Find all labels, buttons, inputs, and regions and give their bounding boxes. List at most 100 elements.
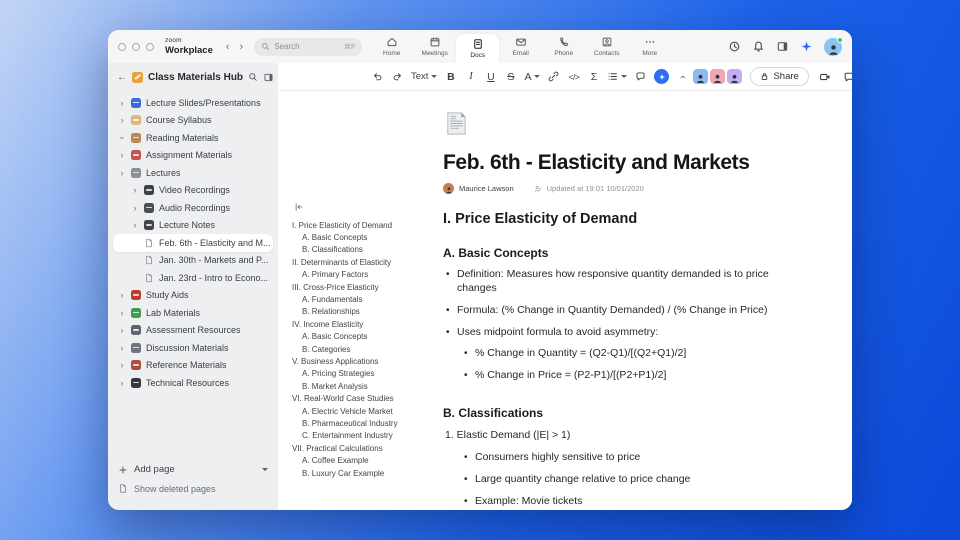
chevron-right-icon[interactable] bbox=[118, 168, 126, 178]
sidebar-item-reading-materials[interactable]: Reading Materials bbox=[113, 129, 273, 147]
chevron-right-icon[interactable] bbox=[118, 308, 126, 318]
maximize-window-button[interactable] bbox=[146, 42, 154, 51]
outline-item[interactable]: A. Fundamentals bbox=[292, 293, 442, 305]
sidebar-item-assessment-resources[interactable]: Assessment Resources bbox=[113, 322, 273, 340]
nav-forward-button[interactable]: › bbox=[240, 41, 244, 53]
chevron-right-icon[interactable] bbox=[131, 203, 139, 213]
chevron-right-icon[interactable] bbox=[118, 378, 126, 388]
page-item-feb-6th-elasticity-and-m[interactable]: Feb. 6th - Elasticity and M... bbox=[113, 234, 273, 252]
sidebar-item-lecture-slides-presentations[interactable]: Lecture Slides/Presentations bbox=[113, 94, 273, 112]
ai-companion-button[interactable] bbox=[654, 69, 670, 84]
history-button[interactable] bbox=[728, 40, 741, 53]
close-window-button[interactable] bbox=[118, 42, 126, 51]
bold-button[interactable]: B bbox=[441, 67, 460, 87]
video-camera-button[interactable] bbox=[817, 69, 833, 85]
outline-item[interactable]: I. Price Elasticity of Demand bbox=[292, 219, 442, 231]
tab-docs[interactable]: Docs bbox=[456, 34, 500, 63]
tab-home[interactable]: Home bbox=[370, 30, 413, 63]
share-button[interactable]: Share bbox=[750, 67, 809, 86]
list-format-button[interactable] bbox=[604, 67, 630, 87]
outline-item[interactable]: B. Market Analysis bbox=[292, 380, 442, 392]
underline-button[interactable]: U bbox=[481, 67, 500, 87]
nav-back-button[interactable]: ‹ bbox=[226, 41, 230, 53]
bullet-item[interactable]: % Change in Price = (P2-P1)/[(P2+P1)/2] bbox=[443, 369, 777, 383]
chevron-right-icon[interactable] bbox=[118, 115, 126, 125]
chevron-right-icon[interactable] bbox=[131, 220, 139, 230]
section-heading[interactable]: I. Price Elasticity of Demand bbox=[443, 211, 777, 227]
outline-item[interactable]: A. Primary Factors bbox=[292, 269, 442, 281]
outline-item[interactable]: B. Pharmaceutical Industry bbox=[292, 417, 442, 429]
global-search-input[interactable]: Search ⌘F bbox=[254, 37, 363, 56]
outline-item[interactable]: C. Entertainment Industry bbox=[292, 430, 442, 442]
sidebar-item-lecture-notes[interactable]: Lecture Notes bbox=[113, 217, 273, 235]
text-style-button[interactable]: Text bbox=[408, 67, 440, 87]
tab-contacts[interactable]: Contacts bbox=[585, 30, 628, 63]
sidebar-back-button[interactable]: ← bbox=[117, 72, 127, 83]
notifications-button[interactable] bbox=[752, 40, 765, 53]
sidebar-item-reference-materials[interactable]: Reference Materials bbox=[113, 357, 273, 375]
tab-email[interactable]: Email bbox=[499, 30, 542, 63]
tab-phone[interactable]: Phone bbox=[542, 30, 585, 63]
sidebar-item-audio-recordings[interactable]: Audio Recordings bbox=[113, 199, 273, 217]
chevron-right-icon[interactable] bbox=[118, 98, 126, 108]
comment-button[interactable] bbox=[631, 67, 650, 87]
outline-item[interactable]: B. Relationships bbox=[292, 306, 442, 318]
bullet-item[interactable]: Example: Movie tickets bbox=[443, 495, 777, 509]
chevron-down-icon[interactable] bbox=[118, 133, 126, 143]
chevron-right-icon[interactable] bbox=[118, 360, 126, 370]
outline-item[interactable]: A. Coffee Example bbox=[292, 454, 442, 466]
sidebar-item-lectures[interactable]: Lectures bbox=[113, 164, 273, 182]
outline-item[interactable]: A. Basic Concepts bbox=[292, 231, 442, 243]
outline-item[interactable]: IV. Income Elasticity bbox=[292, 318, 442, 330]
outline-item[interactable]: II. Determinants of Elasticity bbox=[292, 256, 442, 268]
undo-button[interactable] bbox=[368, 67, 387, 87]
chevron-right-icon[interactable] bbox=[118, 290, 126, 300]
side-panel-button[interactable] bbox=[776, 40, 789, 53]
document-title[interactable]: Feb. 6th - Elasticity and Markets bbox=[443, 151, 777, 175]
bullet-item[interactable]: Definition: Measures how responsive quan… bbox=[443, 268, 777, 296]
tab-meetings[interactable]: Meetings bbox=[413, 30, 456, 63]
outline-item[interactable]: A. Electric Vehicle Market bbox=[292, 405, 442, 417]
sidebar-item-course-syllabus[interactable]: Course Syllabus bbox=[113, 112, 273, 130]
sidebar-search-button[interactable] bbox=[248, 72, 258, 82]
link-button[interactable] bbox=[544, 67, 563, 87]
redo-button[interactable] bbox=[388, 67, 407, 87]
user-avatar[interactable] bbox=[824, 36, 843, 56]
show-deleted-pages-button[interactable]: Show deleted pages bbox=[118, 479, 268, 498]
sidebar-item-video-recordings[interactable]: Video Recordings bbox=[113, 182, 273, 200]
outline-item[interactable]: VI. Real-World Case Studies bbox=[292, 392, 442, 404]
outline-item[interactable]: B. Categories bbox=[292, 343, 442, 355]
sidebar-item-study-aids[interactable]: Study Aids bbox=[113, 287, 273, 305]
strikethrough-button[interactable]: S bbox=[501, 67, 520, 87]
outline-item[interactable]: A. Basic Concepts bbox=[292, 331, 442, 343]
collaborator-avatar[interactable] bbox=[710, 69, 726, 84]
ai-sparkle-button[interactable] bbox=[800, 40, 813, 53]
tab-more[interactable]: More bbox=[628, 30, 671, 63]
formula-button[interactable]: Σ bbox=[584, 67, 603, 87]
outline-item[interactable]: B. Luxury Car Example bbox=[292, 467, 442, 479]
add-page-button[interactable]: Add page bbox=[118, 460, 268, 479]
outline-item[interactable]: III. Cross-Price Elasticity bbox=[292, 281, 442, 293]
sidebar-collapse-button[interactable] bbox=[263, 72, 274, 83]
bullet-item[interactable]: Large quantity change relative to price … bbox=[443, 473, 777, 487]
bullet-item[interactable]: Uses midpoint formula to avoid asymmetry… bbox=[443, 326, 777, 340]
code-block-button[interactable]: </> bbox=[564, 67, 583, 87]
bullet-item[interactable]: Formula: (% Change in Quantity Demanded)… bbox=[443, 304, 777, 318]
collaborator-avatar[interactable] bbox=[727, 69, 743, 84]
page-item-jan-30th-markets-and-p[interactable]: Jan. 30th - Markets and P... bbox=[113, 252, 273, 270]
collapse-outline-button[interactable] bbox=[294, 202, 304, 212]
bullet-item[interactable]: Consumers highly sensitive to price bbox=[443, 451, 777, 465]
text-color-button[interactable]: A bbox=[521, 67, 543, 87]
chevron-right-icon[interactable] bbox=[118, 343, 126, 353]
italic-button[interactable]: I bbox=[461, 67, 480, 87]
collapse-toolbar-button[interactable]: › bbox=[673, 67, 692, 87]
page-item-jan-23rd-intro-to-econo[interactable]: Jan. 23rd - Intro to Econo... bbox=[113, 269, 273, 287]
chat-button[interactable] bbox=[841, 69, 852, 85]
sidebar-item-technical-resources[interactable]: Technical Resources bbox=[113, 374, 273, 392]
minimize-window-button[interactable] bbox=[132, 42, 140, 51]
sidebar-item-assignment-materials[interactable]: Assignment Materials bbox=[113, 147, 273, 165]
outline-item[interactable]: VII. Practical Calculations bbox=[292, 442, 442, 454]
sidebar-item-discussion-materials[interactable]: Discussion Materials bbox=[113, 339, 273, 357]
subsection-heading[interactable]: A. Basic Concepts bbox=[443, 246, 777, 260]
chevron-right-icon[interactable] bbox=[131, 185, 139, 195]
